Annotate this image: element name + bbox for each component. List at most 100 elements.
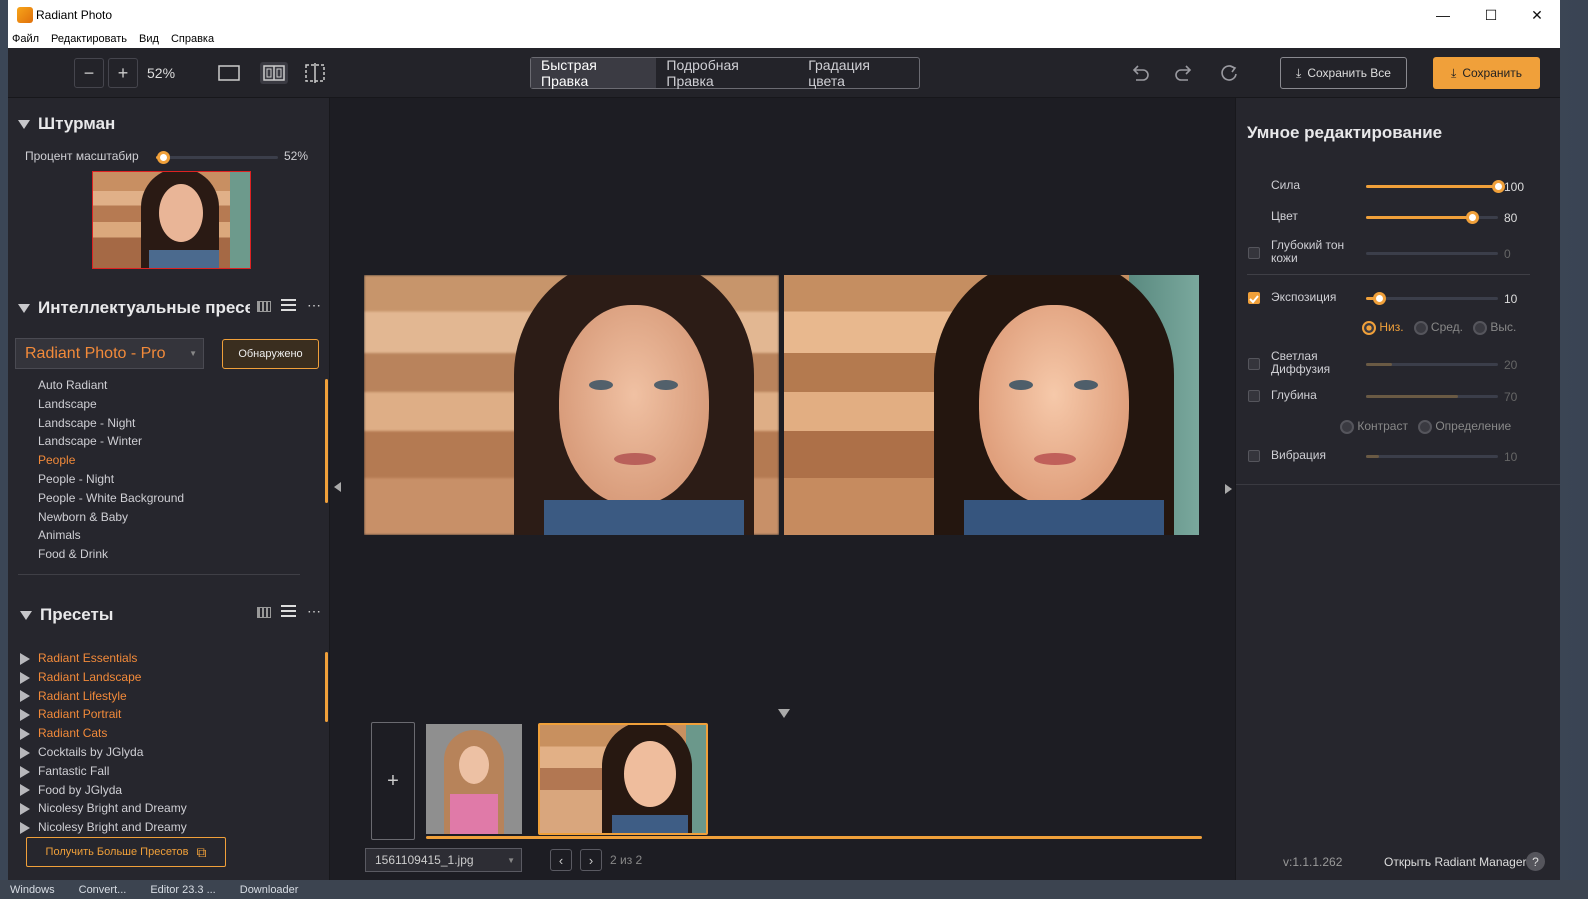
smart-presets-header[interactable]: Интеллектуальные пресе (18, 298, 250, 318)
grid-view-icon[interactable] (257, 301, 271, 312)
thumbnail-2-selected[interactable] (538, 723, 708, 835)
list-view-icon[interactable] (281, 299, 296, 312)
preset-group-item[interactable]: Fantastic Fall (20, 762, 187, 781)
list-view-icon[interactable] (281, 605, 296, 618)
control-value: 10 (1504, 292, 1518, 306)
smart-preset-item[interactable]: Newborn & Baby (38, 508, 184, 527)
divider (1236, 484, 1560, 485)
menu-file[interactable]: Файл (12, 33, 39, 45)
control-slider[interactable] (1366, 455, 1498, 458)
get-more-presets-button[interactable]: Получить Больше Пресетов ⧉ (26, 837, 226, 867)
navigator-preview[interactable] (92, 171, 251, 269)
exposure-radio-option[interactable]: Выс. (1473, 320, 1516, 335)
presets-header[interactable]: Пресеты (20, 605, 113, 625)
single-view-icon[interactable] (217, 62, 241, 84)
preset-group-item[interactable]: Radiant Cats (20, 724, 187, 743)
depth-radio-option[interactable]: Определение (1417, 419, 1511, 434)
save-all-button[interactable]: ⤓ Сохранить Все (1280, 57, 1407, 89)
smart-preset-item[interactable]: Auto Radiant (38, 376, 184, 395)
expand-triangle-icon (20, 765, 30, 778)
taskbar-item[interactable]: Windows (10, 884, 55, 896)
add-image-button[interactable]: + (371, 722, 415, 840)
smart-preset-item[interactable]: Food & Drink (38, 545, 184, 564)
smart-preset-item[interactable]: People - White Background (38, 489, 184, 508)
minimize-button[interactable]: — (1420, 0, 1466, 30)
taskbar-item[interactable]: Editor 23.3 ... (150, 884, 215, 896)
zoom-out-button[interactable]: − (74, 58, 104, 88)
taskbar-item[interactable]: Convert... (79, 884, 127, 896)
tab-quick-edit[interactable]: Быстрая Правка (531, 57, 657, 89)
smart-preset-item[interactable]: Animals (38, 526, 184, 545)
expand-triangle-icon (20, 803, 30, 816)
reset-icon[interactable] (1218, 62, 1242, 84)
toggle-filmstrip-icon[interactable] (778, 709, 790, 718)
preset-group-label: Fantastic Fall (38, 763, 110, 778)
collapse-right-panel-icon[interactable] (1225, 484, 1232, 494)
preset-group-item[interactable]: Radiant Essentials (20, 649, 187, 668)
smart-preset-item[interactable]: Landscape (38, 395, 184, 414)
after-image[interactable] (784, 275, 1199, 535)
detected-button[interactable]: Обнаружено (222, 339, 319, 369)
preset-group-item[interactable]: Cocktails by JGlyda (20, 743, 187, 762)
zoom-in-button[interactable]: + (108, 58, 138, 88)
preset-group-item[interactable]: Radiant Landscape (20, 668, 187, 687)
prev-image-button[interactable]: ‹ (550, 849, 572, 871)
redo-icon[interactable] (1173, 62, 1197, 84)
tab-color-grading[interactable]: Градация цвета (798, 57, 919, 89)
collapse-left-panel-icon[interactable] (334, 482, 341, 492)
thumbnail-1[interactable] (426, 724, 522, 834)
scrollbar-thumb[interactable] (325, 379, 328, 503)
taskbar-item[interactable]: Downloader (240, 884, 299, 896)
control-slider[interactable] (1366, 363, 1498, 366)
help-icon[interactable]: ? (1526, 852, 1545, 871)
menu-help[interactable]: Справка (171, 33, 214, 45)
control-checkbox[interactable] (1248, 390, 1260, 402)
preset-group-item[interactable]: Food by JGlyda (20, 781, 187, 800)
save-button[interactable]: ⤓ Сохранить (1433, 57, 1540, 89)
smart-preset-item[interactable]: People - Night (38, 470, 184, 489)
menu-bar: Файл Редактировать Вид Справка (8, 30, 1560, 48)
open-manager-link[interactable]: Открыть Radiant Manager (1384, 855, 1527, 869)
more-options-icon[interactable]: ⋯ (307, 297, 321, 314)
control-checkbox[interactable] (1248, 450, 1260, 462)
before-image[interactable] (364, 275, 779, 535)
control-slider[interactable] (1366, 180, 1505, 193)
preset-group-item[interactable]: Radiant Lifestyle (20, 687, 187, 706)
smart-preset-item[interactable]: Landscape - Winter (38, 432, 184, 451)
split-view-icon[interactable] (260, 62, 288, 84)
undo-icon[interactable] (1129, 62, 1153, 84)
filmstrip-scrollbar[interactable] (426, 836, 1202, 839)
file-select[interactable]: 1561109415_1.jpg ▼ (365, 848, 522, 872)
compare-view-icon[interactable] (303, 62, 327, 84)
control-checkbox[interactable] (1248, 292, 1260, 304)
control-checkbox[interactable] (1248, 247, 1260, 259)
grid-view-icon[interactable] (257, 607, 271, 618)
smart-preset-item[interactable]: Landscape - Night (38, 414, 184, 433)
preset-group-label: Food by JGlyda (38, 782, 123, 797)
menu-edit[interactable]: Редактировать (51, 33, 127, 45)
exposure-radio-option[interactable]: Сред. (1413, 320, 1463, 335)
control-slider[interactable] (1366, 211, 1498, 224)
scale-slider[interactable] (156, 151, 278, 164)
navigator-header[interactable]: Штурман (18, 114, 115, 134)
scrollbar-thumb[interactable] (325, 652, 328, 722)
preset-group-item[interactable]: Nicolesy Bright and Dreamy (20, 799, 187, 818)
tab-detailed-edit[interactable]: Подробная Правка (656, 57, 798, 89)
smart-preset-select[interactable]: Radiant Photo - Pro ▼ (15, 338, 204, 369)
maximize-button[interactable]: ☐ (1468, 0, 1514, 30)
control-slider[interactable] (1366, 395, 1498, 398)
preset-group-item[interactable]: Nicolesy Bright and Dreamy (20, 818, 187, 837)
control-checkbox[interactable] (1248, 358, 1260, 370)
control-slider[interactable] (1366, 252, 1498, 255)
exposure-radio-option[interactable]: Низ. (1362, 320, 1404, 335)
smart-preset-item[interactable]: People (38, 451, 184, 470)
more-options-icon[interactable]: ⋯ (307, 603, 321, 620)
control-slider[interactable] (1366, 292, 1498, 305)
close-button[interactable]: ✕ (1514, 0, 1560, 30)
preset-group-item[interactable]: Radiant Portrait (20, 705, 187, 724)
next-image-button[interactable]: › (580, 849, 602, 871)
menu-view[interactable]: Вид (139, 33, 159, 45)
depth-mode-options: Контраст Определение (1340, 419, 1511, 434)
control-label: Цвет (1271, 209, 1298, 223)
depth-radio-option[interactable]: Контраст (1340, 419, 1408, 434)
